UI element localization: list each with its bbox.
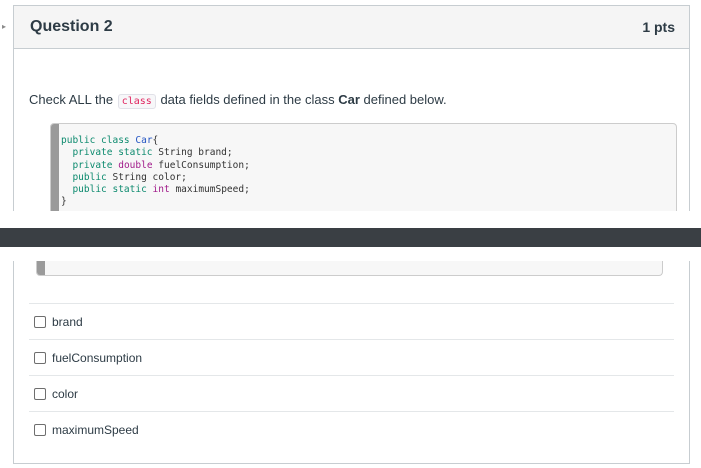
checkbox[interactable] [34,351,46,364]
code-token: public [72,171,107,183]
answer-option-color[interactable]: color [29,375,674,411]
answer-label[interactable]: fuelConsumption [52,351,142,365]
checkbox[interactable] [34,387,46,400]
code-token: public static [72,184,147,196]
question-card-continued: brand fuelConsumption color maximumSpeed [13,261,690,464]
quiz-page: ▸ Question 2 1 pts Check ALL the class d… [0,0,701,468]
code-token: maximumSpeed; [175,184,250,196]
answer-option-brand[interactable]: brand [29,303,674,339]
answer-label[interactable]: color [52,387,78,401]
code-token: } [61,196,67,208]
checkbox[interactable] [34,423,46,436]
answer-list: brand fuelConsumption color maximumSpeed [29,303,674,447]
prompt-text-3: defined below. [363,92,447,107]
code-token: fuelConsumption; [158,159,250,171]
question-card: Question 2 1 pts Check ALL the class dat… [13,5,690,231]
question-header: Question 2 1 pts [14,6,689,49]
collapse-arrow-icon[interactable]: ▸ [2,22,6,31]
code-token: String brand; [158,147,233,159]
code-listing: public class Car{ private static String … [61,135,250,209]
code-token: private [72,159,113,171]
question-prompt: Check ALL the class data fields defined … [29,92,447,109]
code-token: private static [72,147,153,159]
separator-gap [0,211,701,228]
separator-bar [0,228,701,247]
answer-label[interactable]: brand [52,315,83,329]
code-token: public class [61,135,130,146]
question-points: 1 pts [642,19,675,35]
prompt-text-2: data fields defined in the class [160,92,335,107]
code-token: String color; [112,171,187,183]
prompt-text-1: Check ALL the [29,92,114,107]
answer-option-fuelconsumption[interactable]: fuelConsumption [29,339,674,375]
code-block-accent-bar [37,261,45,275]
answer-label[interactable]: maximumSpeed [52,423,139,437]
code-block-end [36,261,663,276]
checkbox[interactable] [34,315,46,328]
code-token: double [118,159,153,171]
inline-code-class: class [117,94,156,109]
answer-option-maximumspeed[interactable]: maximumSpeed [29,411,674,447]
code-token: int [152,184,170,196]
separator-gap [0,247,701,261]
code-token: Car [135,135,153,146]
code-token: { [152,135,159,146]
prompt-class-name: Car [338,92,360,107]
question-title: Question 2 [30,18,113,35]
